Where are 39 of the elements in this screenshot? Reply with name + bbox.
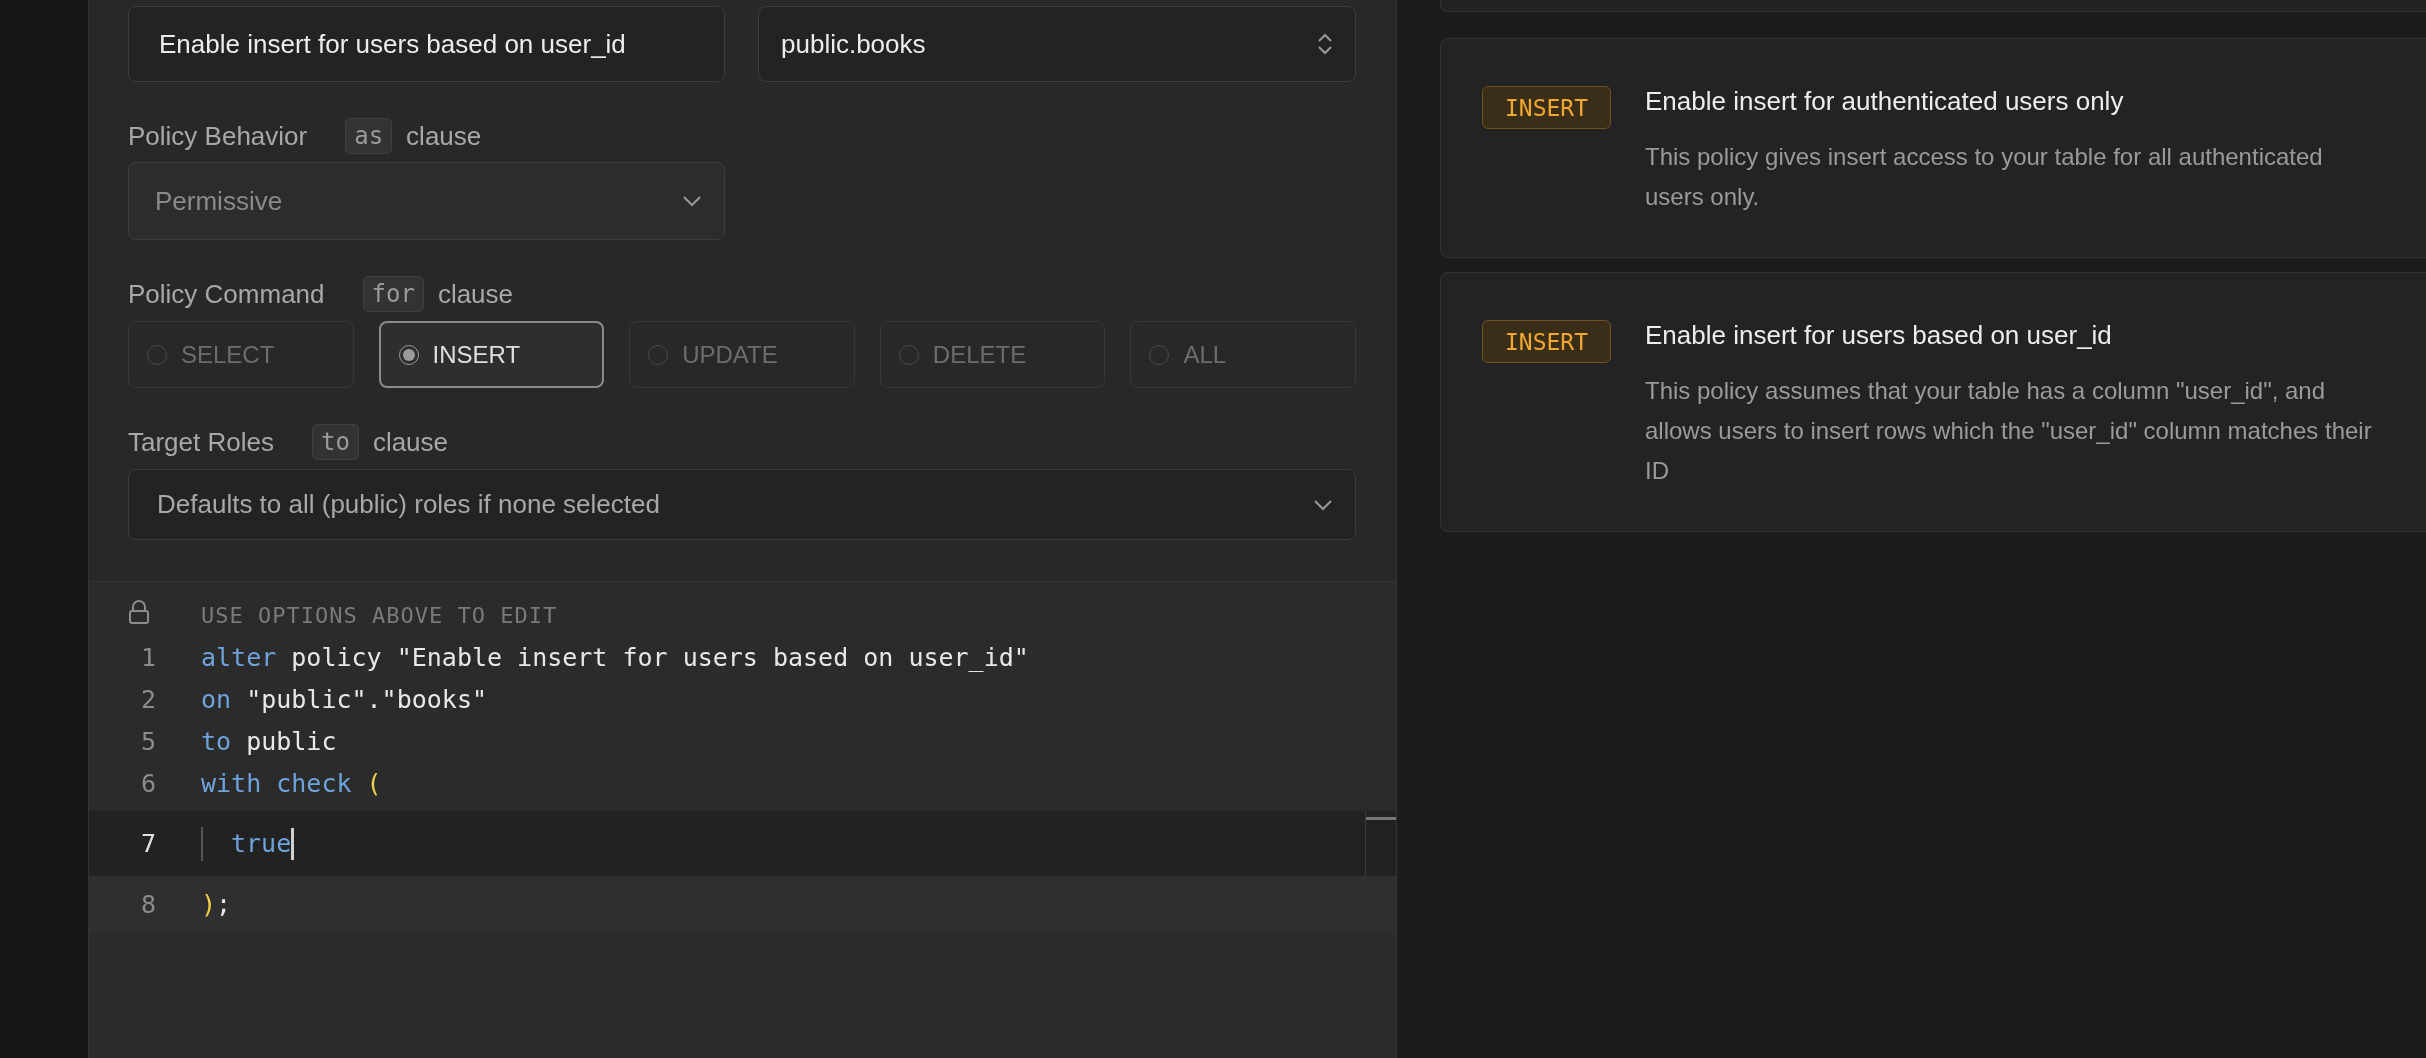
keyword-chip: to [311,424,359,460]
chevron-up-down-icon [1317,32,1333,56]
line-number: 1 [139,642,156,672]
line-number: 6 [139,768,156,798]
field-label: Policy Behavior [128,120,308,152]
field-label: Policy Command [128,278,325,310]
text-cursor [291,827,295,860]
code-line: to public [201,726,337,756]
clause-label: clause [406,120,482,152]
clause-label: clause [372,426,449,458]
line-number: 8 [139,890,156,919]
code-line: ); [201,890,232,919]
keyword-chip: as [345,118,393,154]
line-number: 2 [139,684,156,714]
command-badge: INSERT [1482,86,1611,129]
table-select[interactable]: public.books [758,6,1356,82]
template-card[interactable]: INSERT Enable insert for users based on user_id This policy assumes that your table has a column "user_id", and allows users to insert rows which the "user_id" column matches their ID [1440,272,2426,532]
command-badge: INSERT [1482,320,1611,363]
code-line: alter policy "Enable insert for users based on user_id" [201,642,1029,672]
chevron-down-icon [1313,498,1333,511]
field-label: Target Roles [128,426,274,458]
lock-icon [128,600,150,624]
code-line: with check ( [201,768,382,798]
template-description: This policy assumes that your table has a column "user_id", and allows users to insert rows which the "user_id" column matches their ID [1645,376,2373,486]
template-description: This policy gives insert access to your table for all authenticated users only. [1645,142,2324,212]
template-title: Enable insert for users based on user_id [1645,319,2113,352]
keyword-chip: for [362,276,424,312]
roles-select[interactable]: Defaults to all (public) roles if none selected [128,469,1356,540]
chevron-down-icon [682,195,702,207]
line-number: 7 [139,829,156,858]
template-card[interactable]: INSERT Enable insert for authenticated users only This policy gives insert access to your table for all authenticated users only. [1440,38,2426,258]
line-number: 5 [139,726,156,756]
code-line: true [231,829,292,858]
editor-hint: USE OPTIONS ABOVE TO EDIT [201,602,558,628]
policy-name-field[interactable]: Enable insert for users based on user_id [128,6,725,82]
clause-label: clause [437,278,514,310]
command-option[interactable]: INSERT [378,321,605,388]
template-title: Enable insert for authenticated users only [1645,85,2125,118]
code-line: on "public"."books" [201,684,487,714]
